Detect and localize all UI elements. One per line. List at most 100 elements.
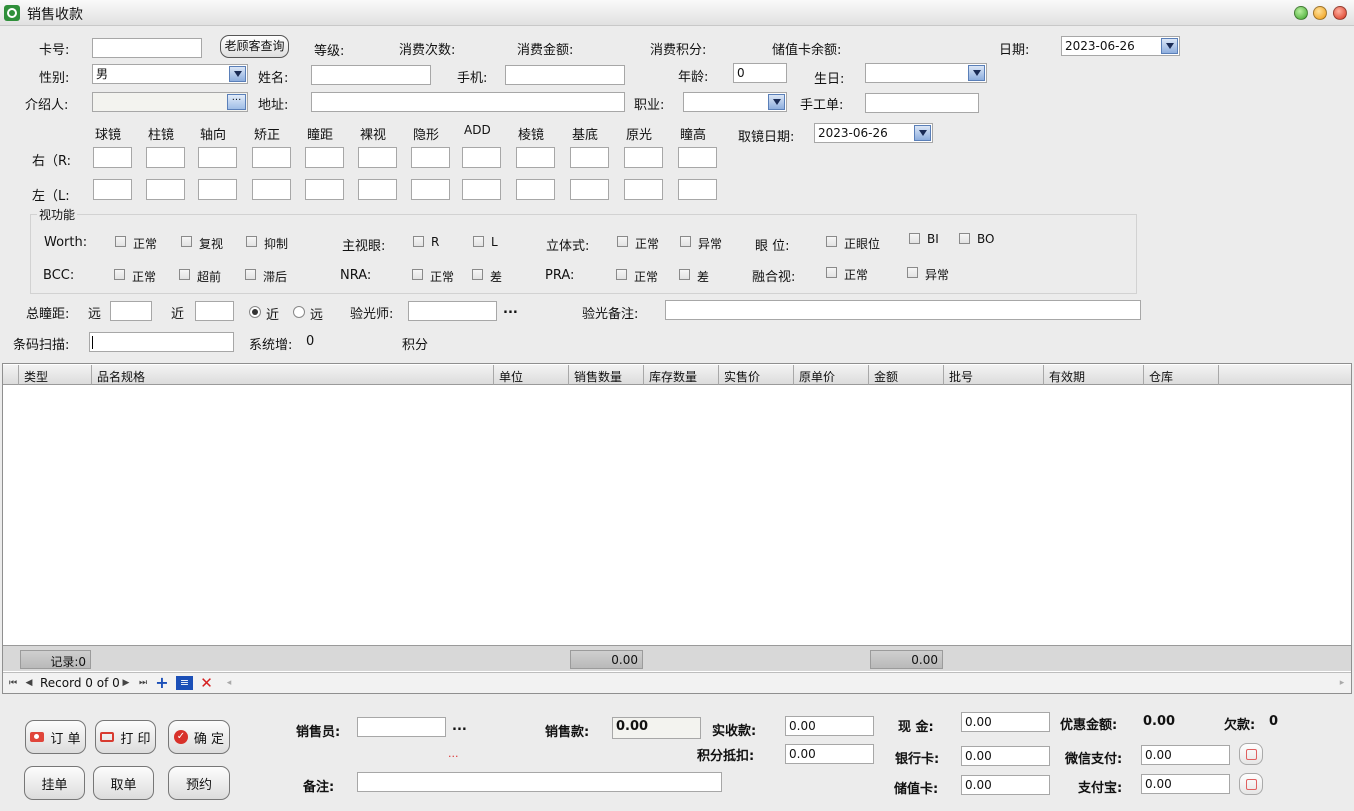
chevron-down-icon[interactable] bbox=[914, 125, 931, 141]
eyepos-checkbox[interactable] bbox=[959, 233, 970, 244]
eyepos-checkbox[interactable] bbox=[909, 233, 920, 244]
grid-col-header[interactable]: 品名规格 bbox=[92, 365, 494, 385]
gender-select[interactable]: 男 bbox=[92, 64, 248, 84]
stereo-checkbox[interactable] bbox=[617, 236, 628, 247]
right-eye-input[interactable] bbox=[146, 147, 185, 168]
right-eye-input[interactable] bbox=[516, 147, 555, 168]
worth-checkbox[interactable] bbox=[181, 236, 192, 247]
far-pd-input[interactable] bbox=[110, 301, 152, 321]
bcc-checkbox[interactable] bbox=[114, 269, 125, 280]
card-input[interactable] bbox=[92, 38, 202, 58]
alipay-input[interactable]: 0.00 bbox=[1141, 774, 1230, 794]
right-eye-input[interactable] bbox=[198, 147, 237, 168]
alipay-scan-icon[interactable] bbox=[1239, 773, 1263, 795]
left-eye-input[interactable] bbox=[252, 179, 291, 200]
left-eye-input[interactable] bbox=[570, 179, 609, 200]
received-input[interactable]: 0.00 bbox=[785, 716, 874, 736]
close-icon[interactable] bbox=[1333, 6, 1347, 20]
date-picker[interactable]: 2023-06-26 bbox=[1061, 36, 1180, 56]
eyepos-checkbox[interactable] bbox=[826, 236, 837, 247]
nra-checkbox[interactable] bbox=[412, 269, 423, 280]
left-eye-input[interactable] bbox=[678, 179, 717, 200]
grid-col-header[interactable]: 库存数量 bbox=[644, 365, 719, 385]
right-eye-input[interactable] bbox=[358, 147, 397, 168]
right-eye-input[interactable] bbox=[678, 147, 717, 168]
job-select[interactable] bbox=[683, 92, 787, 112]
address-input[interactable] bbox=[311, 92, 625, 112]
radio-far[interactable] bbox=[293, 306, 305, 318]
birthday-picker[interactable] bbox=[865, 63, 987, 83]
barcode-scan-input[interactable] bbox=[89, 332, 234, 352]
left-eye-input[interactable] bbox=[305, 179, 344, 200]
maximize-icon[interactable] bbox=[1313, 6, 1327, 20]
grid-col-header[interactable]: 原单价 bbox=[794, 365, 869, 385]
add-record-icon[interactable]: + bbox=[155, 675, 169, 691]
right-eye-input[interactable] bbox=[462, 147, 501, 168]
optometry-remark-input[interactable] bbox=[665, 300, 1141, 320]
remark-input[interactable] bbox=[357, 772, 722, 792]
left-eye-input[interactable] bbox=[358, 179, 397, 200]
salesperson-input[interactable] bbox=[357, 717, 446, 737]
worth-checkbox[interactable] bbox=[246, 236, 257, 247]
cash-input[interactable]: 0.00 bbox=[961, 712, 1050, 732]
fusion-checkbox[interactable] bbox=[907, 267, 918, 278]
left-eye-input[interactable] bbox=[93, 179, 132, 200]
chevron-down-icon[interactable] bbox=[1161, 38, 1178, 54]
left-eye-input[interactable] bbox=[516, 179, 555, 200]
salesperson-extra-more[interactable]: ... bbox=[448, 747, 459, 760]
right-eye-input[interactable] bbox=[93, 147, 132, 168]
stored-card-input[interactable]: 0.00 bbox=[961, 775, 1050, 795]
scroll-left-icon[interactable]: ◂ bbox=[222, 676, 236, 690]
right-eye-input[interactable] bbox=[305, 147, 344, 168]
grid-col-header[interactable]: 仓库 bbox=[1144, 365, 1219, 385]
left-eye-input[interactable] bbox=[411, 179, 450, 200]
wechat-pay-input[interactable]: 0.00 bbox=[1141, 745, 1230, 765]
grid-col-header[interactable]: 批号 bbox=[944, 365, 1044, 385]
optometrist-input[interactable] bbox=[408, 301, 497, 321]
order-button[interactable]: 订 单 bbox=[25, 720, 86, 754]
dominant-checkbox[interactable] bbox=[473, 236, 484, 247]
ellipsis-button[interactable]: ··· bbox=[227, 94, 246, 110]
left-eye-input[interactable] bbox=[624, 179, 663, 200]
dominant-checkbox[interactable] bbox=[413, 236, 424, 247]
left-eye-input[interactable] bbox=[462, 179, 501, 200]
delete-record-icon[interactable]: ✕ bbox=[198, 676, 215, 691]
last-record-icon[interactable]: ⏭ bbox=[136, 676, 150, 690]
manual-order-input[interactable] bbox=[865, 93, 979, 113]
name-input[interactable] bbox=[311, 65, 431, 85]
next-record-icon[interactable]: ▶ bbox=[119, 676, 133, 690]
minimize-icon[interactable] bbox=[1294, 6, 1308, 20]
scroll-right-icon[interactable]: ▸ bbox=[1335, 676, 1349, 690]
grid-col-header[interactable]: 销售数量 bbox=[569, 365, 644, 385]
fetch-order-button[interactable]: 取单 bbox=[93, 766, 154, 800]
first-record-icon[interactable]: ⏮ bbox=[6, 676, 20, 690]
salesperson-more-button[interactable]: ... bbox=[452, 719, 467, 734]
pickup-date-picker[interactable]: 2023-06-26 bbox=[814, 123, 933, 143]
pra-checkbox[interactable] bbox=[679, 269, 690, 280]
radio-near[interactable] bbox=[249, 306, 261, 318]
points-deduct-input[interactable]: 0.00 bbox=[785, 744, 874, 764]
left-eye-input[interactable] bbox=[146, 179, 185, 200]
chevron-down-icon[interactable] bbox=[968, 65, 985, 81]
chevron-down-icon[interactable] bbox=[768, 94, 785, 110]
reserve-button[interactable]: 预约 bbox=[168, 766, 230, 800]
bcc-checkbox[interactable] bbox=[245, 269, 256, 280]
grid-col-header[interactable]: 类型 bbox=[19, 365, 92, 385]
fusion-checkbox[interactable] bbox=[826, 267, 837, 278]
right-eye-input[interactable] bbox=[570, 147, 609, 168]
phone-input[interactable] bbox=[505, 65, 625, 85]
nra-checkbox[interactable] bbox=[472, 269, 483, 280]
grid-col-header[interactable]: 有效期 bbox=[1044, 365, 1144, 385]
prev-record-icon[interactable]: ◀ bbox=[22, 676, 36, 690]
worth-checkbox[interactable] bbox=[115, 236, 126, 247]
optometrist-more-button[interactable]: ... bbox=[503, 302, 518, 317]
age-input[interactable]: 0 bbox=[733, 63, 787, 83]
near-pd-input[interactable] bbox=[195, 301, 234, 321]
print-button[interactable]: 打 印 bbox=[95, 720, 156, 754]
pra-checkbox[interactable] bbox=[616, 269, 627, 280]
grid-col-header[interactable]: 单位 bbox=[494, 365, 569, 385]
chevron-down-icon[interactable] bbox=[229, 66, 246, 82]
stereo-checkbox[interactable] bbox=[680, 236, 691, 247]
edit-record-icon[interactable]: ≡ bbox=[176, 676, 193, 690]
right-eye-input[interactable] bbox=[624, 147, 663, 168]
